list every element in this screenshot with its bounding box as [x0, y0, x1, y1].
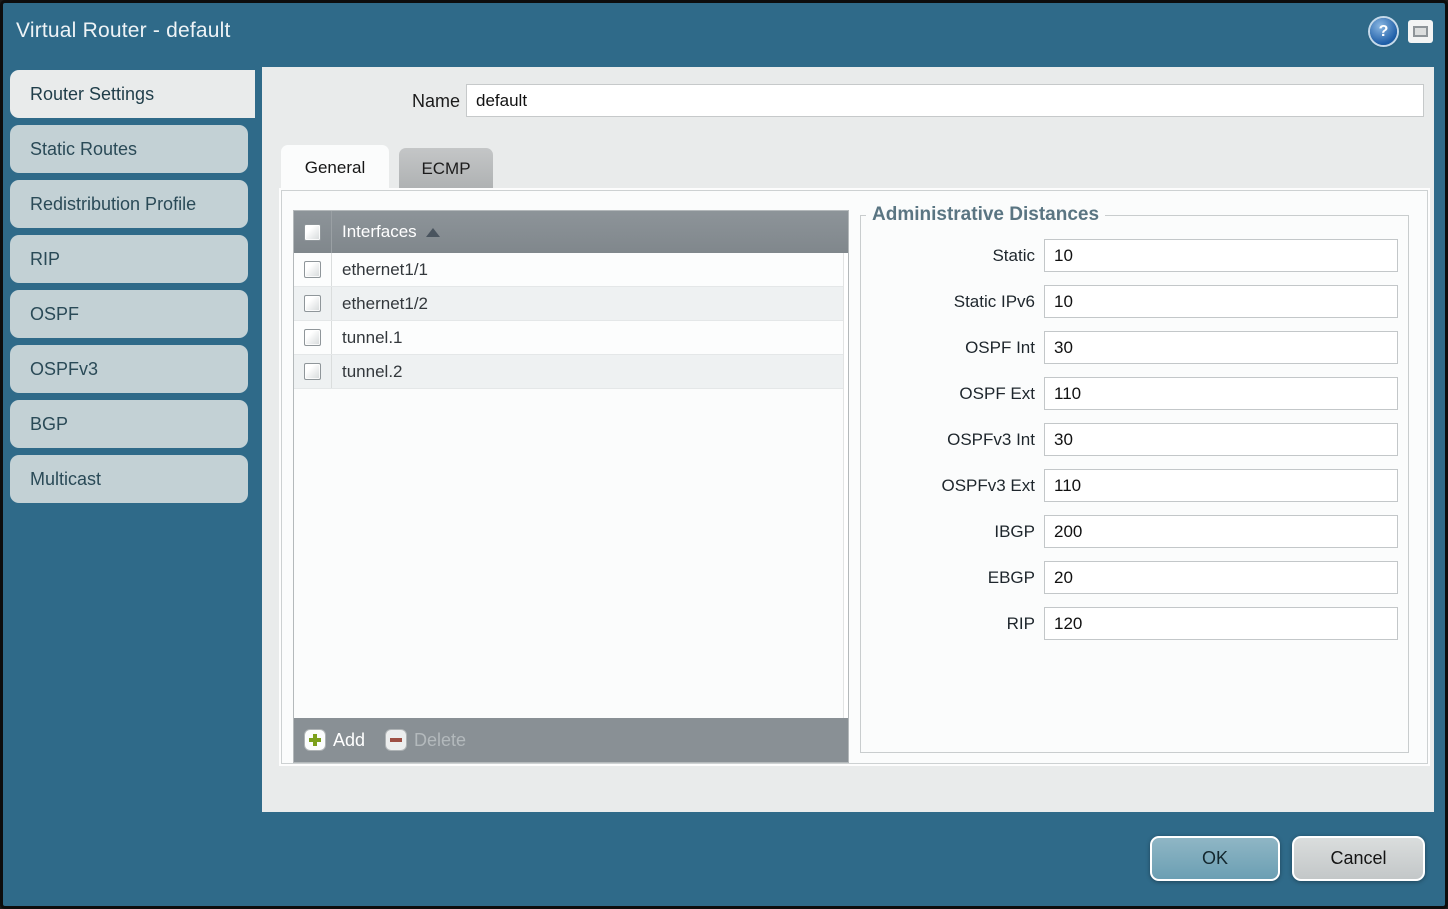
- tab-general[interactable]: General: [281, 145, 389, 190]
- ospf-int-label: OSPF Int: [871, 338, 1044, 358]
- ospf-ext-input[interactable]: [1044, 377, 1398, 410]
- table-row[interactable]: tunnel.2: [294, 355, 848, 389]
- plus-icon: [304, 729, 326, 751]
- field-row: RIP: [871, 607, 1398, 640]
- row-checkbox[interactable]: [304, 261, 321, 278]
- rip-label: RIP: [871, 614, 1044, 634]
- sidebar-item-rip[interactable]: RIP: [10, 235, 248, 283]
- titlebar-icons: ?: [1370, 18, 1433, 45]
- static-input[interactable]: [1044, 239, 1398, 272]
- row-checkbox-cell: [294, 355, 332, 388]
- ebgp-input[interactable]: [1044, 561, 1398, 594]
- dialog-title: Virtual Router - default: [16, 19, 231, 43]
- ospfv3-ext-label: OSPFv3 Ext: [871, 476, 1044, 496]
- administrative-distances-rows: Static Static IPv6 OSPF Int OSPF Ext: [861, 226, 1408, 640]
- name-label: Name: [382, 91, 460, 112]
- sidebar-item-router-settings[interactable]: Router Settings: [10, 70, 255, 118]
- restore-window-icon[interactable]: [1408, 20, 1433, 43]
- delete-button[interactable]: Delete: [385, 729, 466, 751]
- select-all-checkbox[interactable]: [304, 224, 321, 241]
- sidebar-item-redistribution-profile[interactable]: Redistribution Profile: [10, 180, 248, 228]
- restore-window-icon-inner: [1413, 26, 1428, 37]
- interfaces-row-area: ethernet1/1 ethernet1/2 tunnel.1 tunnel.…: [294, 253, 848, 718]
- row-checkbox-cell: [294, 321, 332, 354]
- interfaces-table-toolbar: Add Delete: [294, 718, 848, 762]
- row-checkbox[interactable]: [304, 329, 321, 346]
- static-label: Static: [871, 246, 1044, 266]
- field-row: OSPF Int: [871, 331, 1398, 364]
- field-row: OSPF Ext: [871, 377, 1398, 410]
- administrative-distances-group: Administrative Distances Static Static I…: [860, 204, 1409, 753]
- sidebar: Router Settings Static Routes Redistribu…: [7, 70, 267, 510]
- row-checkbox-cell: [294, 287, 332, 320]
- interface-name: ethernet1/1: [342, 260, 428, 280]
- ebgp-label: EBGP: [871, 568, 1044, 588]
- ospf-ext-label: OSPF Ext: [871, 384, 1044, 404]
- sidebar-item-ospf[interactable]: OSPF: [10, 290, 248, 338]
- help-icon[interactable]: ?: [1370, 18, 1397, 45]
- interface-name: tunnel.1: [342, 328, 403, 348]
- administrative-distances-legend: Administrative Distances: [866, 204, 1105, 226]
- ospfv3-int-label: OSPFv3 Int: [871, 430, 1044, 450]
- sort-ascending-icon: [426, 228, 440, 237]
- add-button-label: Add: [333, 730, 365, 751]
- ok-button[interactable]: OK: [1150, 836, 1280, 881]
- interfaces-column-header[interactable]: Interfaces: [294, 211, 848, 253]
- field-row: IBGP: [871, 515, 1398, 548]
- sidebar-item-static-routes[interactable]: Static Routes: [10, 125, 248, 173]
- ibgp-input[interactable]: [1044, 515, 1398, 548]
- table-row[interactable]: tunnel.1: [294, 321, 848, 355]
- cancel-button[interactable]: Cancel: [1292, 836, 1425, 881]
- ibgp-label: IBGP: [871, 522, 1044, 542]
- interfaces-table: Interfaces ethernet1/1 ethernet1/2 tunne: [293, 210, 849, 763]
- dialog-titlebar: Virtual Router - default ?: [3, 3, 1445, 67]
- header-checkbox-cell: [294, 211, 332, 253]
- field-row: Static IPv6: [871, 285, 1398, 318]
- interface-name: tunnel.2: [342, 362, 403, 382]
- static-ipv6-label: Static IPv6: [871, 292, 1044, 312]
- rip-input[interactable]: [1044, 607, 1398, 640]
- field-row: OSPFv3 Ext: [871, 469, 1398, 502]
- content-area: Name General ECMP Interfaces ethernet1/1: [262, 67, 1434, 812]
- help-icon-glyph: ?: [1379, 23, 1389, 41]
- field-row: OSPFv3 Int: [871, 423, 1398, 456]
- static-ipv6-input[interactable]: [1044, 285, 1398, 318]
- interface-name: ethernet1/2: [342, 294, 428, 314]
- ospfv3-int-input[interactable]: [1044, 423, 1398, 456]
- sidebar-item-bgp[interactable]: BGP: [10, 400, 248, 448]
- ospfv3-ext-input[interactable]: [1044, 469, 1398, 502]
- table-scrollbar[interactable]: [843, 253, 848, 718]
- row-checkbox-cell: [294, 253, 332, 286]
- sidebar-item-multicast[interactable]: Multicast: [10, 455, 248, 503]
- table-row[interactable]: ethernet1/2: [294, 287, 848, 321]
- field-row: EBGP: [871, 561, 1398, 594]
- interfaces-header-label: Interfaces: [342, 222, 417, 242]
- add-button[interactable]: Add: [304, 729, 365, 751]
- table-row[interactable]: ethernet1/1: [294, 253, 848, 287]
- row-checkbox[interactable]: [304, 295, 321, 312]
- name-input[interactable]: [466, 84, 1424, 117]
- minus-icon: [385, 729, 407, 751]
- delete-button-label: Delete: [414, 730, 466, 751]
- ospf-int-input[interactable]: [1044, 331, 1398, 364]
- row-checkbox[interactable]: [304, 363, 321, 380]
- tab-ecmp[interactable]: ECMP: [399, 148, 493, 190]
- sidebar-item-ospfv3[interactable]: OSPFv3: [10, 345, 248, 393]
- field-row: Static: [871, 239, 1398, 272]
- general-tab-panel: Interfaces ethernet1/1 ethernet1/2 tunne: [281, 190, 1428, 764]
- virtual-router-dialog: Virtual Router - default ? Router Settin…: [0, 0, 1448, 909]
